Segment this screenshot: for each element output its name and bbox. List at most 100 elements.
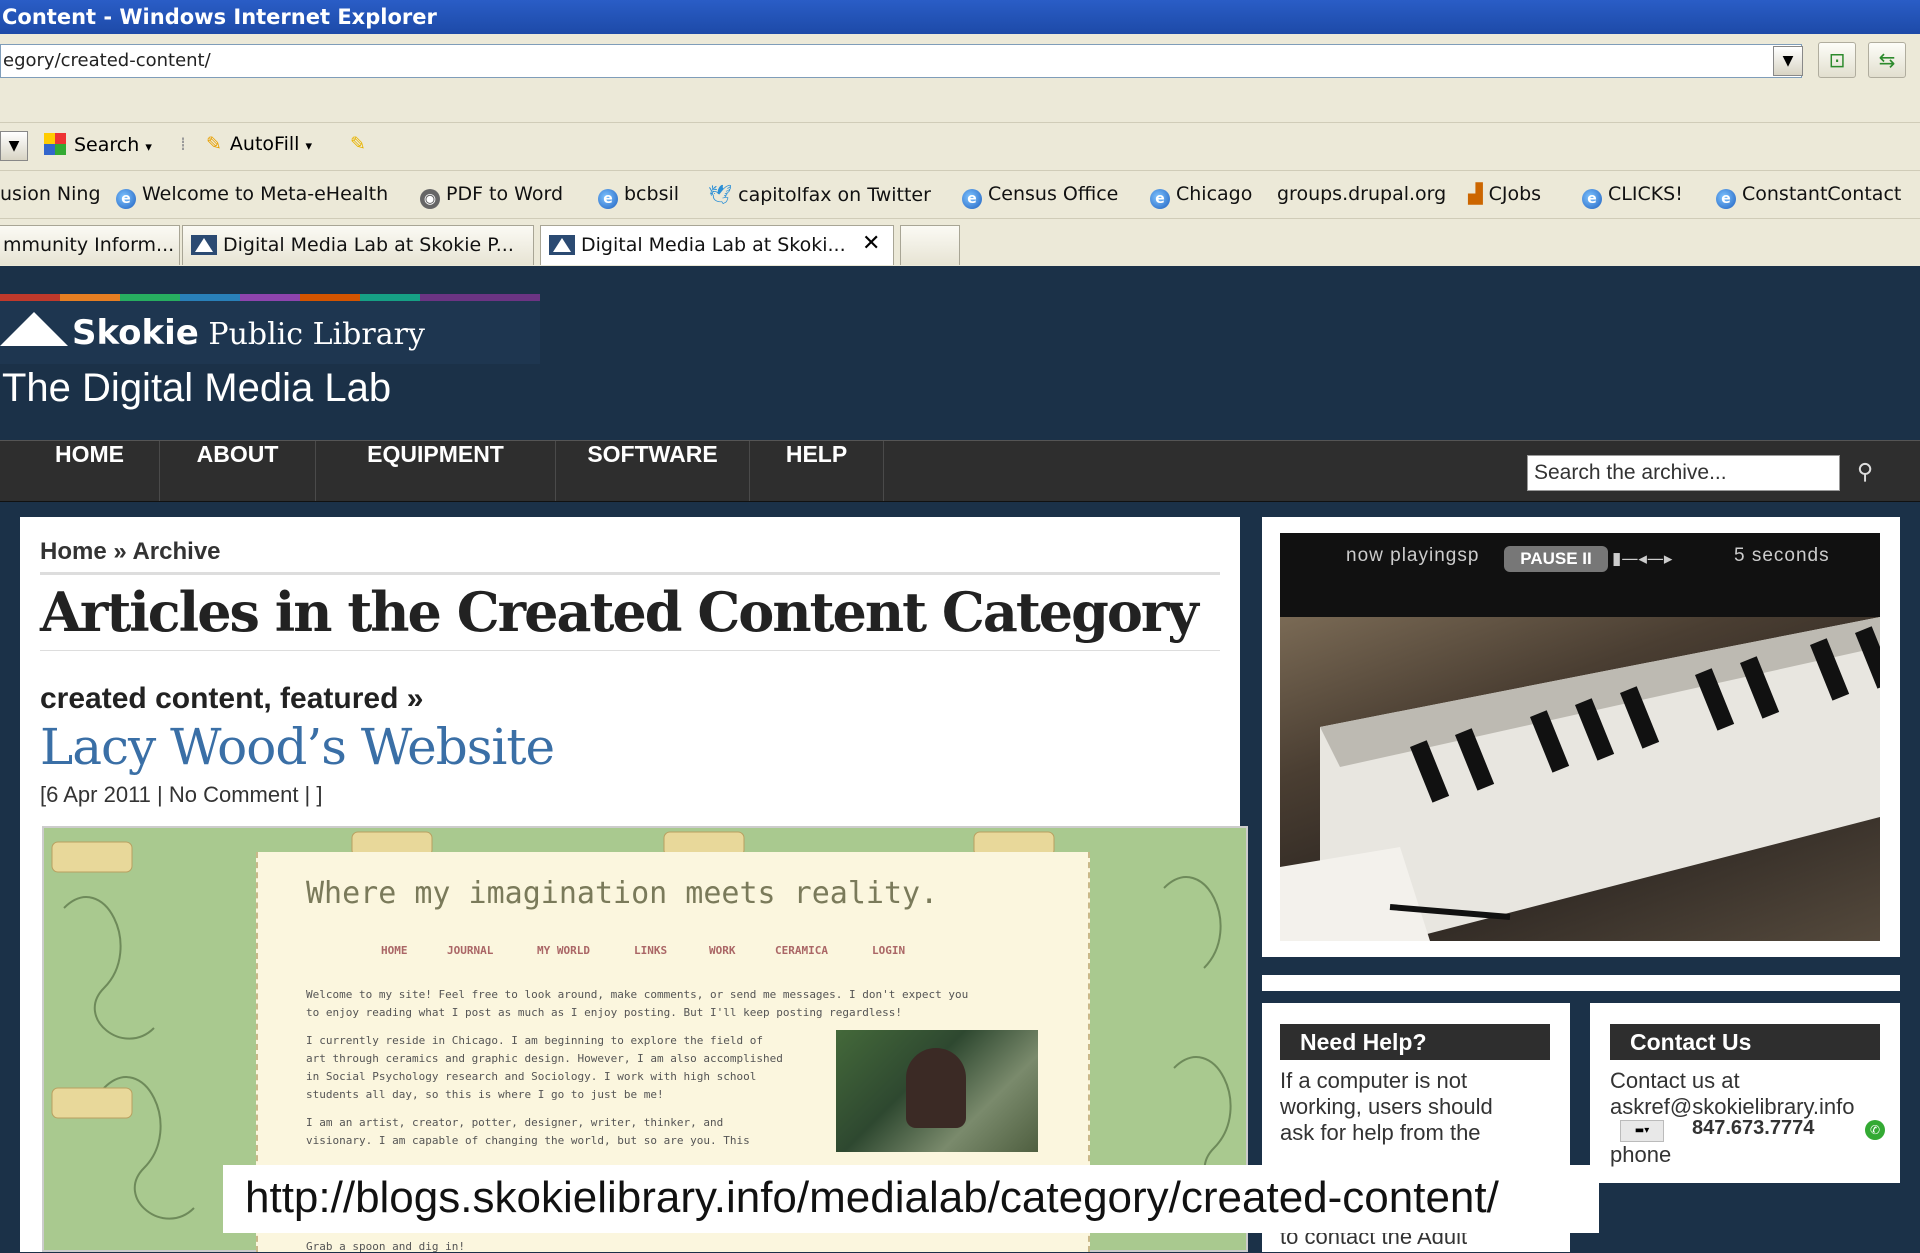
embedded-nav-item: CERAMICA: [775, 944, 828, 957]
contact-text: Contact us at: [1610, 1068, 1740, 1093]
color-stripe: [420, 294, 540, 301]
slideshow-interval: 5 seconds: [1734, 545, 1830, 566]
favorite-link[interactable]: e CLICKS!: [1582, 183, 1683, 209]
tab-label: mmunity Inform...: [3, 234, 175, 256]
ie-page-icon: e: [598, 189, 618, 209]
embedded-text: Welcome to my site! Feel free to look ar…: [306, 988, 969, 1001]
embedded-photo: [836, 1030, 1038, 1152]
slideshow-image-keyboard: [1280, 617, 1880, 941]
help-text: If a computer is not: [1280, 1068, 1468, 1093]
search-label: Search: [74, 134, 140, 156]
divider: [40, 650, 1220, 651]
embedded-text: to enjoy reading what I post as much as …: [306, 1006, 903, 1019]
favorite-link[interactable]: e Chicago: [1150, 183, 1252, 209]
favorite-link[interactable]: ▟ CJobs: [1468, 183, 1541, 205]
address-input[interactable]: egory/created-content/: [0, 44, 1802, 78]
mountain-logo-icon: [0, 312, 68, 346]
color-stripe: [180, 294, 240, 301]
phone-call-icon[interactable]: ✆: [1865, 1120, 1885, 1140]
color-stripe: [120, 294, 180, 301]
embedded-text: visionary. I am capable of changing the …: [306, 1134, 750, 1147]
next-icon[interactable]: ▸: [1664, 549, 1673, 569]
refresh-button[interactable]: ⇆: [1868, 42, 1906, 78]
url-caption-overlay: http://blogs.skokielibrary.info/medialab…: [223, 1165, 1599, 1233]
address-dropdown-button[interactable]: ▼: [1773, 46, 1803, 76]
embedded-nav-item: LINKS: [634, 944, 668, 957]
chevron-down-icon: ▾: [145, 140, 152, 155]
embedded-nav-item: JOURNAL: [447, 944, 494, 957]
nav-help[interactable]: HELP: [750, 441, 884, 501]
embedded-text: in Social Psychology research and Sociol…: [306, 1070, 757, 1083]
chevron-down-icon: ▾: [305, 139, 312, 154]
favorite-link[interactable]: e Welcome to Meta-eHealth: [116, 183, 388, 209]
ie-page-icon: e: [962, 189, 982, 209]
post-title-link[interactable]: Lacy Wood’s Website: [40, 718, 555, 776]
color-stripe: [0, 294, 60, 301]
favorite-link[interactable]: usion Ning: [0, 183, 101, 205]
autofill-label: AutoFill: [229, 133, 300, 155]
embedded-nav-item: WORK: [709, 944, 736, 957]
color-stripe: [60, 294, 120, 301]
browser-tab-active[interactable]: Digital Media Lab at Skoki...: [540, 225, 894, 265]
library-name-bold: Skokie: [72, 313, 199, 353]
embedded-text: I am an artist, creator, potter, designe…: [306, 1116, 724, 1129]
prev-icon[interactable]: ◂: [1638, 549, 1647, 569]
ie-page-icon: e: [1150, 189, 1170, 209]
search-button[interactable]: Search ▾: [44, 133, 152, 156]
nav-software[interactable]: SOFTWARE: [556, 441, 750, 501]
ie-page-icon: e: [116, 189, 136, 209]
slider-handle-icon[interactable]: ▮: [1612, 549, 1621, 569]
favorite-link[interactable]: groups.drupal.org: [1277, 183, 1446, 205]
toolbar-dropdown-icon[interactable]: ▼: [0, 131, 28, 161]
window-title-bar: Content - Windows Internet Explorer: [0, 0, 1920, 34]
us-flag-icon[interactable]: ▬▾: [1620, 1120, 1664, 1142]
favorite-link[interactable]: e ConstantContact: [1716, 183, 1901, 209]
color-stripe: [360, 294, 420, 301]
page-title: Articles in the Created Content Category: [40, 580, 1199, 644]
nav-equipment[interactable]: EQUIPMENT: [316, 441, 556, 501]
contact-phone[interactable]: 847.673.7774: [1692, 1117, 1814, 1140]
sidebar-spacer: [1262, 975, 1900, 991]
favorite-link[interactable]: e Census Office: [962, 183, 1118, 209]
embedded-nav-item: MY WORLD: [537, 944, 590, 957]
now-playing-label: now playingsp: [1346, 545, 1480, 566]
highlighter-icon[interactable]: ✎: [350, 133, 366, 155]
favorite-link[interactable]: 🕊 capitolfax on Twitter: [708, 183, 931, 206]
tab-label: Digital Media Lab at Skoki...: [581, 234, 846, 256]
ie-page-icon: e: [1582, 189, 1602, 209]
library-name-rest: Public Library: [198, 317, 425, 352]
breadcrumb[interactable]: Home » Archive: [40, 538, 221, 566]
nav-home[interactable]: HOME: [20, 441, 160, 501]
embedded-text: students all day, so this is where I go …: [306, 1088, 664, 1101]
toolbar-row: ▼ Search ▾ ⁞ ✎ AutoFill ▾ ✎: [0, 122, 1920, 171]
pencil-icon: ✎: [206, 133, 222, 155]
search-icon[interactable]: ⚲: [1850, 458, 1880, 488]
divider: [40, 572, 1220, 575]
favorite-link[interactable]: e bcbsil: [598, 183, 679, 209]
nav-about[interactable]: ABOUT: [160, 441, 316, 501]
pdf-icon: ◉: [420, 189, 440, 209]
browser-tab[interactable]: Digital Media Lab at Skokie P...: [182, 225, 534, 265]
browser-tab[interactable]: mmunity Inform...: [0, 225, 180, 265]
post-meta: [6 Apr 2011 | No Comment | ]: [40, 782, 323, 807]
pause-button[interactable]: PAUSE II: [1504, 546, 1608, 572]
embedded-nav-item: LOGIN: [872, 944, 906, 957]
contact-us-title: Contact Us: [1610, 1024, 1880, 1060]
search-input[interactable]: Search the archive...: [1527, 455, 1840, 491]
embedded-text: I currently reside in Chicago. I am begi…: [306, 1034, 763, 1047]
library-logo[interactable]: Skokie Public Library: [0, 312, 425, 353]
new-tab-button[interactable]: [900, 225, 960, 265]
tab-label: Digital Media Lab at Skokie P...: [223, 234, 514, 256]
slideshow-controls[interactable]: ▮—◂—▸: [1612, 546, 1722, 572]
compatibility-view-button[interactable]: ⊡: [1818, 42, 1856, 78]
help-text: ask for help from the: [1280, 1120, 1481, 1145]
twitter-bird-icon: 🕊: [708, 184, 733, 206]
google-icon: [44, 133, 66, 155]
embedded-text: Grab a spoon and dig in!: [306, 1240, 465, 1253]
post-categories[interactable]: created content, featured »: [40, 682, 423, 716]
embedded-text: art through ceramics and graphic design.…: [306, 1052, 783, 1065]
favorite-link[interactable]: ◉ PDF to Word: [420, 183, 563, 209]
close-tab-icon[interactable]: ✕: [862, 231, 880, 256]
autofill-button[interactable]: ✎ AutoFill ▾: [206, 133, 312, 155]
embedded-nav-item: HOME: [381, 944, 408, 957]
